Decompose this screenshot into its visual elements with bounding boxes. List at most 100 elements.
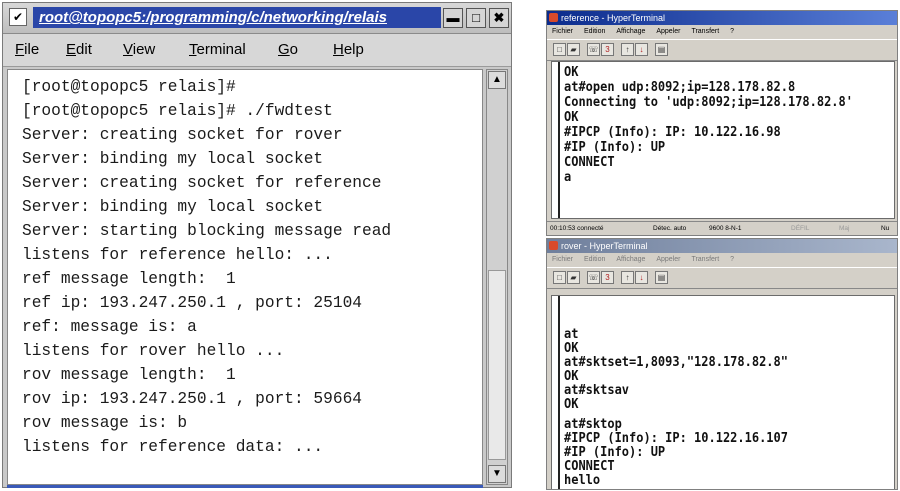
reference-toolbar: □ ▰ ☏ 3 ↑ ↓ ▤ [547, 39, 897, 61]
scroll-up-icon[interactable]: ▲ [488, 71, 506, 89]
terminal-line: rov ip: 193.247.250.1 , port: 59664 [22, 390, 362, 408]
menu-fichier[interactable]: Fichier [552, 28, 573, 35]
terminal-line: rov message is: b [22, 414, 188, 432]
reference-menubar: Fichier Edition Affichage Appeler Transf… [547, 26, 897, 38]
send-icon[interactable]: ↑ [621, 43, 634, 56]
hyperterminal-icon [549, 13, 558, 22]
rover-line: at#sktsav [564, 382, 630, 398]
terminal-line: [root@topopc5 relais]# [22, 78, 236, 96]
terminal-line: [root@topopc5 relais]# ./fwdtest [22, 102, 333, 120]
rover-menubar: Fichier Edition Affichage Appeler Transf… [547, 254, 897, 266]
terminal-menubar: File Edit View Terminal Go Help [3, 34, 511, 67]
rover-toolbar: □ ▰ ☏ 3 ↑ ↓ ▤ [547, 267, 897, 289]
disconnect-icon[interactable]: 3 [601, 43, 614, 56]
menu-fichier[interactable]: Fichier [552, 256, 573, 263]
reference-hyperterminal-window: reference - HyperTerminal Fichier Editio… [546, 10, 898, 236]
menu-help[interactable]: ? [730, 256, 734, 263]
maximize-icon[interactable]: □ [466, 8, 486, 28]
terminal-scrollbar[interactable]: ▲ ▼ [486, 69, 508, 485]
status-scroll: DÉFIL [791, 225, 810, 232]
terminal-title: root@topopc5:/programming/c/networking/r… [33, 7, 441, 28]
rover-line: hello [564, 472, 601, 488]
call-icon[interactable]: ☏ [587, 43, 600, 56]
rover-line: OK [564, 340, 579, 356]
reference-line: #IP (Info): UP [564, 139, 666, 155]
menu-help[interactable]: Help [333, 41, 364, 58]
terminal-line: Server: creating socket for reference [22, 174, 382, 192]
reference-line: #IPCP (Info): IP: 10.122.16.98 [564, 124, 781, 140]
terminal-line: listens for rover hello ... [22, 342, 285, 360]
reference-line: a [564, 169, 572, 185]
call-icon[interactable]: ☏ [587, 271, 600, 284]
reference-line: Connecting to 'udp:8092;ip=128.178.82.8' [564, 94, 853, 110]
terminal-line: listens for reference hello: ... [22, 246, 333, 264]
cursor-column [558, 296, 560, 489]
status-connected-time: 00:10:53 connecté [550, 225, 604, 232]
terminal-window: ✔ root@topopc5:/programming/c/networking… [2, 2, 512, 488]
terminal-line: listens for reference data: ... [22, 438, 324, 456]
status-detect: Détec. auto [653, 225, 687, 232]
rover-line: at#sktop [564, 416, 622, 432]
menu-edition[interactable]: Edition [584, 28, 605, 35]
new-icon[interactable]: □ [553, 43, 566, 56]
receive-icon[interactable]: ↓ [635, 271, 648, 284]
properties-icon[interactable]: ▤ [655, 43, 668, 56]
rover-line: CONNECT [564, 458, 615, 474]
reference-output[interactable]: OK at#open udp:8092;ip=128.178.82.8 Conn… [551, 61, 895, 219]
scroll-thumb[interactable] [488, 270, 506, 460]
terminal-line: Server: binding my local socket [22, 198, 324, 216]
scroll-down-icon[interactable]: ▼ [488, 465, 506, 483]
reference-titlebar[interactable]: reference - HyperTerminal [547, 11, 897, 25]
terminal-line: Server: creating socket for rover [22, 126, 343, 144]
rover-line: at#sktset=1,8093,"128.178.82.8" [564, 354, 788, 370]
rover-line: #IP (Info): UP [564, 444, 666, 460]
rover-line: #IPCP (Info): IP: 10.122.16.107 [564, 430, 788, 446]
open-icon[interactable]: ▰ [567, 271, 580, 284]
menu-appeler[interactable]: Appeler [656, 256, 680, 263]
terminal-line: ref: message is: a [22, 318, 197, 336]
status-caps: Maj [839, 225, 850, 232]
reference-line: CONNECT [564, 154, 615, 170]
menu-affichage[interactable]: Affichage [616, 256, 645, 263]
reference-line: OK [564, 109, 579, 125]
menu-appeler[interactable]: Appeler [656, 28, 680, 35]
window-menu-icon[interactable]: ✔ [9, 8, 27, 26]
menu-edition[interactable]: Edition [584, 256, 605, 263]
send-icon[interactable]: ↑ [621, 271, 634, 284]
disconnect-icon[interactable]: 3 [601, 271, 614, 284]
terminal-line: ref ip: 193.247.250.1 , port: 25104 [22, 294, 362, 312]
cursor-column [558, 62, 560, 218]
menu-file[interactable]: File [15, 41, 39, 58]
terminal-line: rov message length: 1 [22, 366, 236, 384]
rover-title: rover - HyperTerminal [561, 241, 648, 251]
terminal-line: ref message length: 1 [22, 270, 236, 288]
new-icon[interactable]: □ [553, 271, 566, 284]
open-icon[interactable]: ▰ [567, 43, 580, 56]
reference-title: reference - HyperTerminal [561, 13, 666, 23]
properties-icon[interactable]: ▤ [655, 271, 668, 284]
menu-go[interactable]: Go [278, 41, 298, 58]
terminal-output[interactable]: [root@topopc5 relais]# [root@topopc5 rel… [7, 69, 483, 485]
receive-icon[interactable]: ↓ [635, 43, 648, 56]
rover-output[interactable]: at OK at#sktset=1,8093,"128.178.82.8" OK… [551, 295, 895, 489]
terminal-bottom-edge [7, 485, 483, 488]
rover-line: OK [564, 368, 579, 384]
terminal-line: Server: starting blocking message read [22, 222, 392, 240]
menu-view[interactable]: View [123, 41, 155, 58]
minimize-icon[interactable]: ▬ [443, 8, 463, 28]
close-icon[interactable]: ✖ [489, 8, 509, 28]
reference-line: at#open udp:8092;ip=128.178.82.8 [564, 79, 796, 95]
menu-transfert[interactable]: Transfert [691, 256, 719, 263]
reference-statusbar: 00:10:53 connecté Détec. auto 9600 8-N-1… [547, 221, 897, 235]
menu-edit[interactable]: Edit [66, 41, 92, 58]
status-num: Nu [881, 225, 890, 232]
reference-line: OK [564, 64, 579, 80]
menu-transfert[interactable]: Transfert [691, 28, 719, 35]
hyperterminal-icon [549, 241, 558, 250]
terminal-titlebar[interactable]: ✔ root@topopc5:/programming/c/networking… [3, 3, 511, 34]
rover-titlebar[interactable]: rover - HyperTerminal [547, 239, 897, 253]
menu-help[interactable]: ? [730, 28, 734, 35]
menu-affichage[interactable]: Affichage [616, 28, 645, 35]
menu-terminal[interactable]: Terminal [189, 41, 246, 58]
terminal-line: Server: binding my local socket [22, 150, 324, 168]
